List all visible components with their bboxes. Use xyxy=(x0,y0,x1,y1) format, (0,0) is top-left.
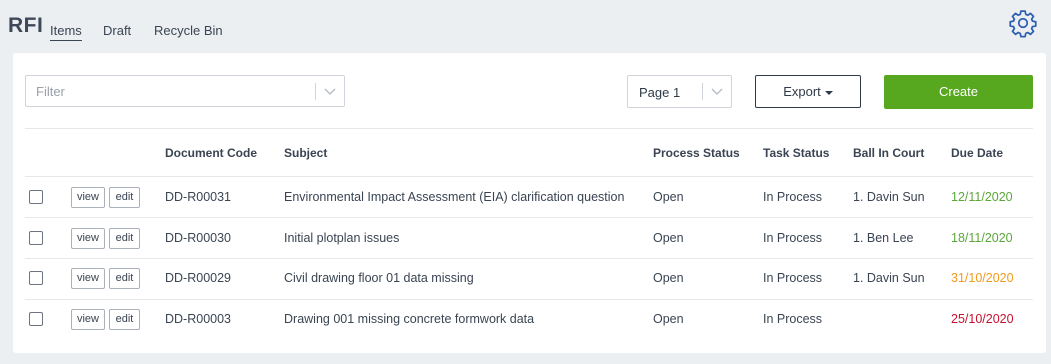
column-header-task-status[interactable]: Task Status xyxy=(763,146,829,160)
subject: Drawing 001 missing concrete formwork da… xyxy=(284,312,535,326)
column-header-process-status[interactable]: Process Status xyxy=(653,146,740,160)
page-title: RFI xyxy=(8,14,44,37)
task-status: In Process xyxy=(763,312,823,326)
column-header-document-code[interactable]: Document Code xyxy=(165,146,257,160)
ball-in-court: 1. Ben Lee xyxy=(853,231,914,245)
task-status: In Process xyxy=(763,231,823,245)
process-status: Open xyxy=(653,271,684,285)
ball-in-court: 1. Davin Sun xyxy=(853,271,925,285)
gear-icon[interactable] xyxy=(1008,8,1038,38)
tab-draft[interactable]: Draft xyxy=(103,23,131,38)
page-select[interactable]: Page 1 xyxy=(627,75,732,108)
edit-button[interactable]: edit xyxy=(109,187,140,208)
edit-button[interactable]: edit xyxy=(109,309,140,330)
document-code[interactable]: DD-R00031 xyxy=(165,190,231,204)
row-checkbox[interactable] xyxy=(29,271,43,285)
row-checkbox[interactable] xyxy=(29,231,43,245)
process-status: Open xyxy=(653,312,684,326)
view-button[interactable]: view xyxy=(71,309,105,330)
filter-select[interactable] xyxy=(25,75,345,107)
subject: Environmental Impact Assessment (EIA) cl… xyxy=(284,190,625,204)
subject: Initial plotplan issues xyxy=(284,231,400,245)
page-select-separator xyxy=(702,83,703,100)
due-date: 25/10/2020 xyxy=(951,312,1014,326)
due-date: 18/11/2020 xyxy=(951,231,1013,245)
document-code[interactable]: DD-R00030 xyxy=(165,231,231,245)
due-date: 12/11/2020 xyxy=(951,190,1013,204)
caret-down-icon xyxy=(824,90,833,95)
edit-button[interactable]: edit xyxy=(109,228,140,249)
create-button[interactable]: Create xyxy=(884,75,1033,109)
column-header-ball-in-court[interactable]: Ball In Court xyxy=(853,146,924,160)
task-status: In Process xyxy=(763,271,823,285)
subject: Civil drawing floor 01 data missing xyxy=(284,271,474,285)
page-select-value: Page 1 xyxy=(639,85,681,100)
tab-recycle-bin[interactable]: Recycle Bin xyxy=(154,23,223,38)
filter-input[interactable] xyxy=(26,76,312,106)
column-header-due-date[interactable]: Due Date xyxy=(951,146,1003,160)
tab-items[interactable]: Items xyxy=(50,23,82,41)
chevron-down-icon[interactable] xyxy=(710,84,724,98)
chevron-down-icon[interactable] xyxy=(323,84,337,98)
view-button[interactable]: view xyxy=(71,268,105,289)
table-row[interactable]: view edit DD-R00029 Civil drawing floor … xyxy=(13,258,1046,299)
table-row[interactable]: view edit DD-R00003 Drawing 001 missing … xyxy=(13,299,1046,340)
table-row[interactable]: view edit DD-R00030 Initial plotplan iss… xyxy=(13,218,1046,259)
divider xyxy=(25,128,1033,129)
rfi-panel: Page 1 Export Create Document Code Subje… xyxy=(13,53,1046,353)
row-checkbox[interactable] xyxy=(29,312,43,326)
due-date: 31/10/2020 xyxy=(951,271,1014,285)
top-bar: RFI Items Draft Recycle Bin xyxy=(0,0,1051,52)
edit-button[interactable]: edit xyxy=(109,268,140,289)
document-code[interactable]: DD-R00003 xyxy=(165,312,231,326)
export-button-label: Export xyxy=(783,84,821,99)
process-status: Open xyxy=(653,231,684,245)
export-button[interactable]: Export xyxy=(755,75,861,108)
process-status: Open xyxy=(653,190,684,204)
filter-separator xyxy=(315,83,316,100)
view-button[interactable]: view xyxy=(71,228,105,249)
task-status: In Process xyxy=(763,190,823,204)
view-button[interactable]: view xyxy=(71,187,105,208)
table-row[interactable]: view edit DD-R00031 Environmental Impact… xyxy=(13,177,1046,218)
column-header-subject[interactable]: Subject xyxy=(284,146,327,160)
ball-in-court: 1. Davin Sun xyxy=(853,190,925,204)
document-code[interactable]: DD-R00029 xyxy=(165,271,231,285)
row-checkbox[interactable] xyxy=(29,190,43,204)
